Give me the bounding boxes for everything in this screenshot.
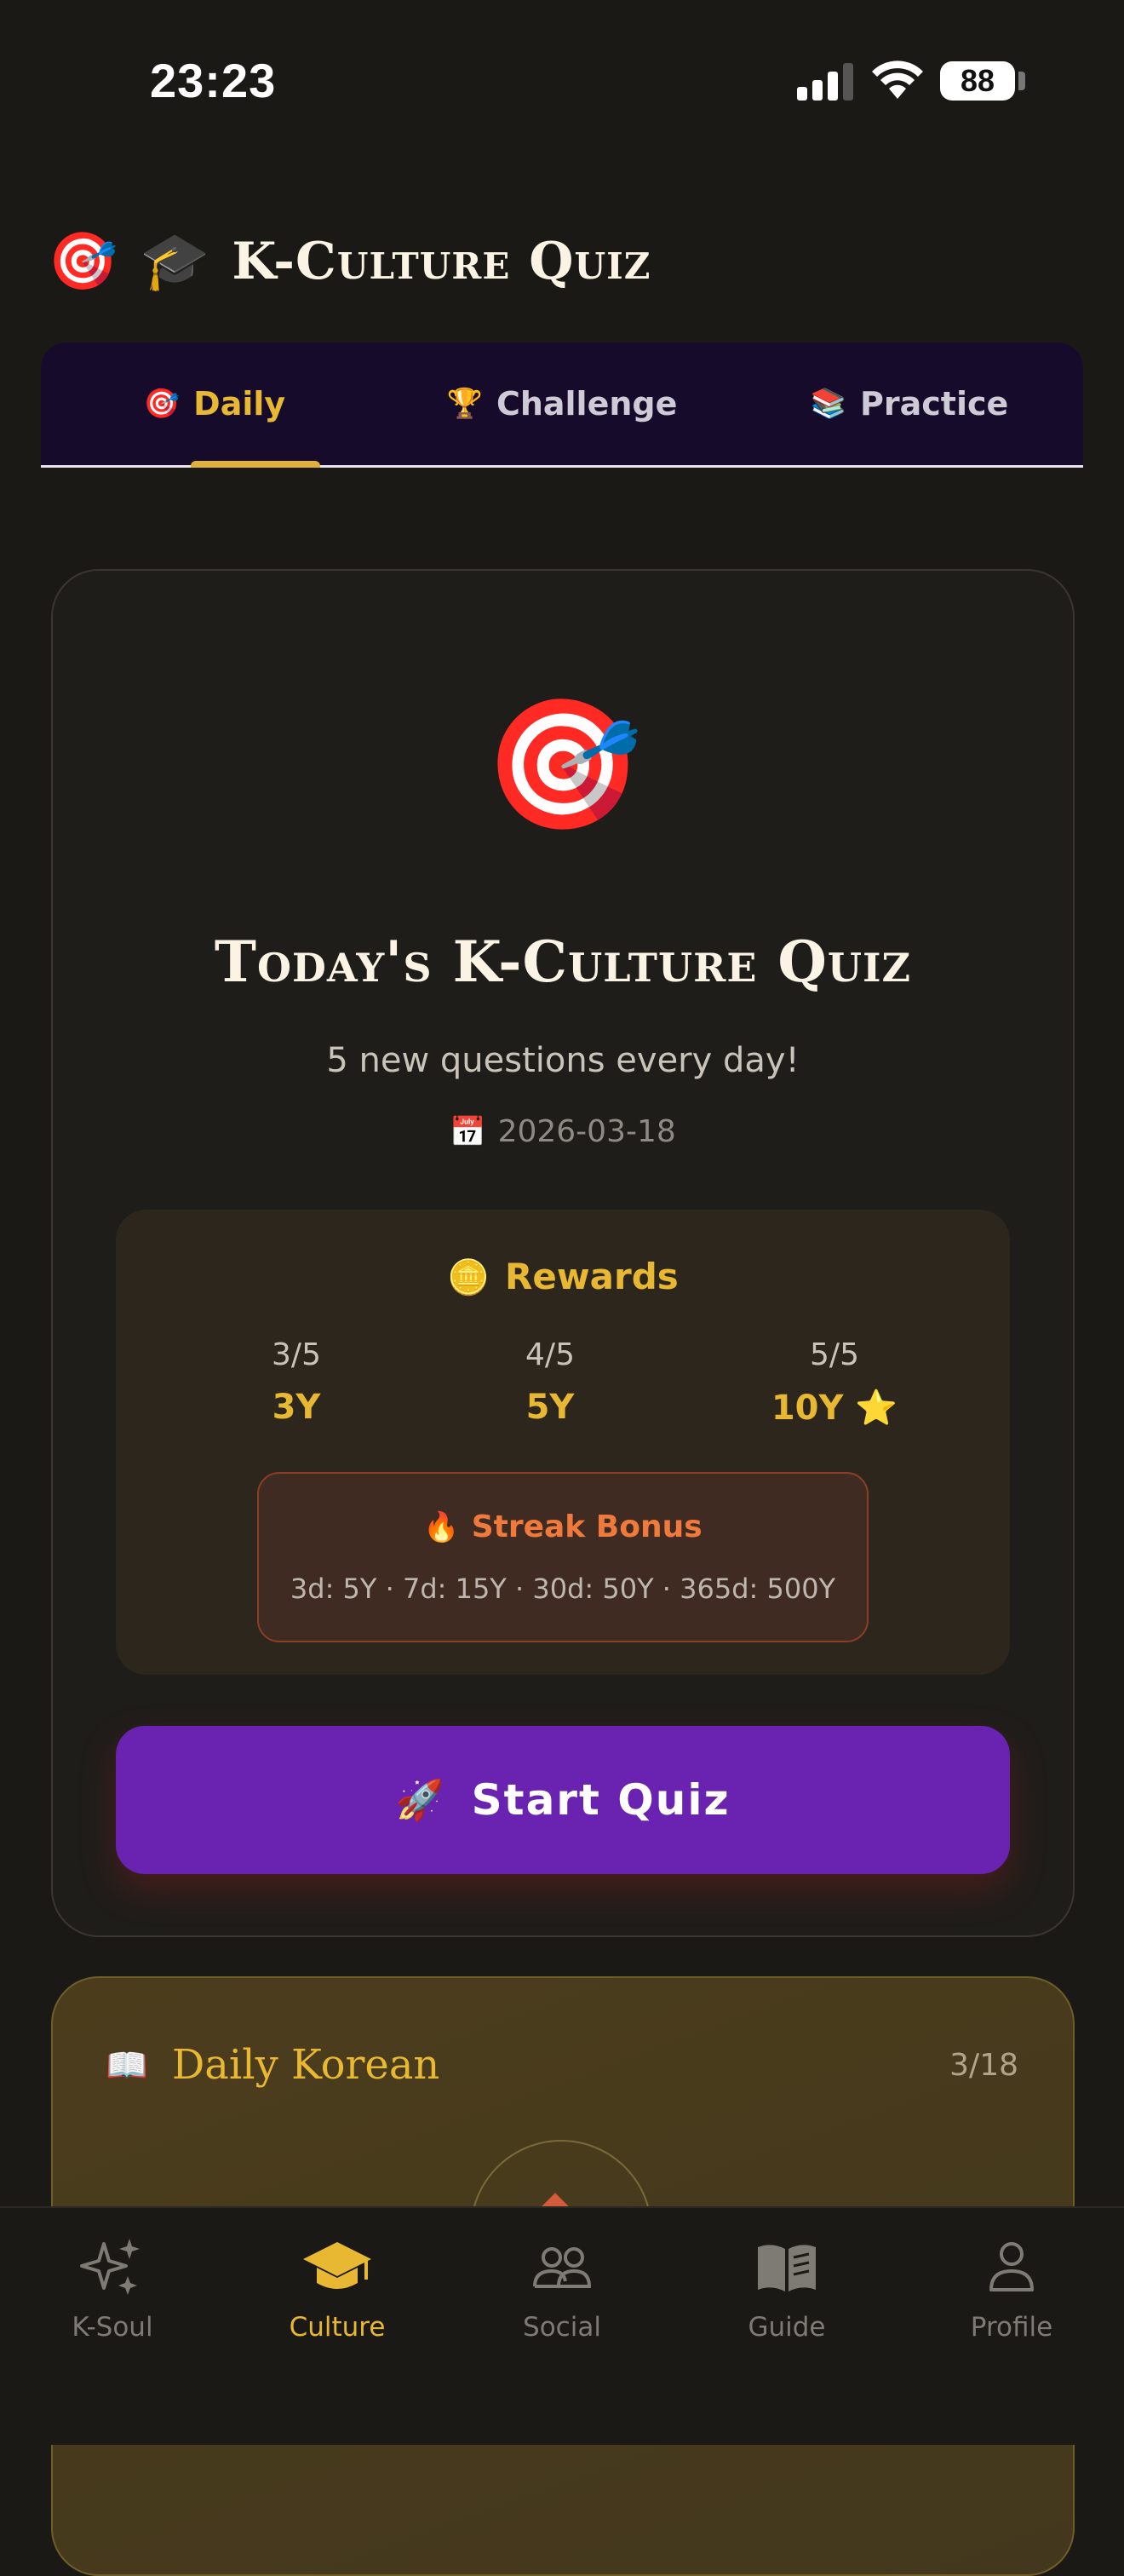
signal-icon — [797, 63, 853, 101]
daily-quiz-card: 🎯 Today's K-Culture Quiz 5 new questions… — [51, 569, 1075, 1937]
books-icon: 📚 — [810, 387, 847, 421]
tier-score: 5/5 — [810, 1337, 859, 1372]
start-quiz-label: Start Quiz — [471, 1775, 731, 1825]
fire-icon: 🔥 — [423, 1510, 460, 1544]
trophy-icon: 🏆 — [446, 387, 483, 421]
nav-label: Profile — [970, 2312, 1053, 2343]
sparkles-icon — [80, 2239, 140, 2295]
status-bar: 23:23 88 — [0, 0, 1124, 162]
nav-item-culture[interactable]: Culture — [225, 2234, 450, 2343]
quiz-tabs: 🎯 Daily 🏆 Challenge 📚 Practice — [41, 342, 1083, 468]
page-header: 🎯 🎓 K-Culture Quiz — [48, 223, 651, 300]
nav-label: Social — [523, 2312, 601, 2343]
quiz-date: 📅 2026-03-18 — [53, 1114, 1073, 1149]
battery-indicator: 88 — [940, 61, 1015, 101]
nav-label: K-Soul — [72, 2312, 153, 2343]
streak-details: 3d: 5Y · 7d: 15Y · 30d: 50Y · 365d: 500Y — [290, 1573, 836, 1605]
tab-practice[interactable]: 📚 Practice — [736, 342, 1083, 465]
tier-amount: 3Y — [272, 1388, 321, 1427]
nav-item-social[interactable]: Social — [450, 2234, 674, 2343]
person-icon — [989, 2242, 1034, 2291]
rewards-panel: 🪙 Rewards 3/5 3Y 4/5 5Y 5/5 10Y ⭐ 🔥 Streak… — [116, 1210, 1010, 1675]
tab-label: Practice — [860, 385, 1009, 423]
battery-tip — [1018, 72, 1025, 90]
target-icon: 🎯 — [48, 228, 118, 294]
book-icon — [758, 2245, 816, 2291]
streak-title-text: Streak Bonus — [471, 1509, 702, 1544]
people-icon — [533, 2247, 592, 2288]
quiz-date-text: 2026-03-18 — [497, 1114, 676, 1149]
nav-label: Culture — [289, 2312, 386, 2343]
calendar-icon: 📅 — [450, 1115, 486, 1149]
nav-item-k-soul[interactable]: K-Soul — [0, 2234, 225, 2343]
coin-icon: 🪙 — [447, 1258, 490, 1297]
reward-tier: 3/5 3Y — [211, 1337, 381, 1427]
tab-label: Daily — [193, 385, 286, 423]
active-tab-indicator — [191, 461, 320, 468]
rewards-title: 🪙 Rewards — [116, 1256, 1010, 1297]
tier-amount: 10Y ⭐ — [771, 1389, 898, 1428]
bottom-navigation: K-Soul Culture Social Guide Profile — [0, 2206, 1124, 2445]
quiz-subtitle: 5 new questions every day! — [326, 1041, 800, 1080]
tab-challenge[interactable]: 🏆 Challenge — [388, 342, 736, 465]
tier-amount: 5Y — [525, 1388, 575, 1427]
status-time: 23:23 — [150, 54, 277, 107]
tab-daily[interactable]: 🎯 Daily — [41, 342, 388, 465]
rocket-icon: 🚀 — [395, 1776, 446, 1823]
nav-label: Guide — [748, 2312, 826, 2343]
daily-korean-title: Daily Korean — [171, 2041, 440, 2089]
rewards-title-text: Rewards — [505, 1256, 679, 1297]
open-book-icon: 📖 — [106, 2045, 148, 2085]
reward-tier: 4/5 5Y — [465, 1337, 635, 1427]
target-icon: 🎯 — [483, 691, 643, 839]
nav-item-profile[interactable]: Profile — [899, 2234, 1124, 2343]
wifi-icon — [872, 60, 923, 99]
quiz-title: Today's K-Culture Quiz — [214, 929, 912, 995]
daily-korean-header: 📖 Daily Korean — [106, 2041, 439, 2089]
tab-label: Challenge — [496, 385, 678, 423]
streak-bonus-box: 🔥 Streak Bonus 3d: 5Y · 7d: 15Y · 30d: 50… — [257, 1472, 869, 1642]
streak-title: 🔥 Streak Bonus — [259, 1509, 867, 1544]
target-icon: 🎯 — [143, 387, 181, 421]
reward-tier: 5/5 10Y ⭐ — [749, 1337, 920, 1428]
graduation-cap-icon: 🎓 — [140, 228, 210, 294]
page-title: K-Culture Quiz — [232, 232, 651, 291]
start-quiz-button[interactable]: 🚀 Start Quiz — [116, 1726, 1010, 1874]
tier-score: 4/5 — [525, 1337, 575, 1372]
tier-score: 3/5 — [272, 1337, 321, 1372]
daily-korean-date: 3/18 — [949, 2048, 1018, 2083]
nav-item-guide[interactable]: Guide — [674, 2234, 899, 2343]
graduation-cap-icon — [303, 2242, 371, 2289]
